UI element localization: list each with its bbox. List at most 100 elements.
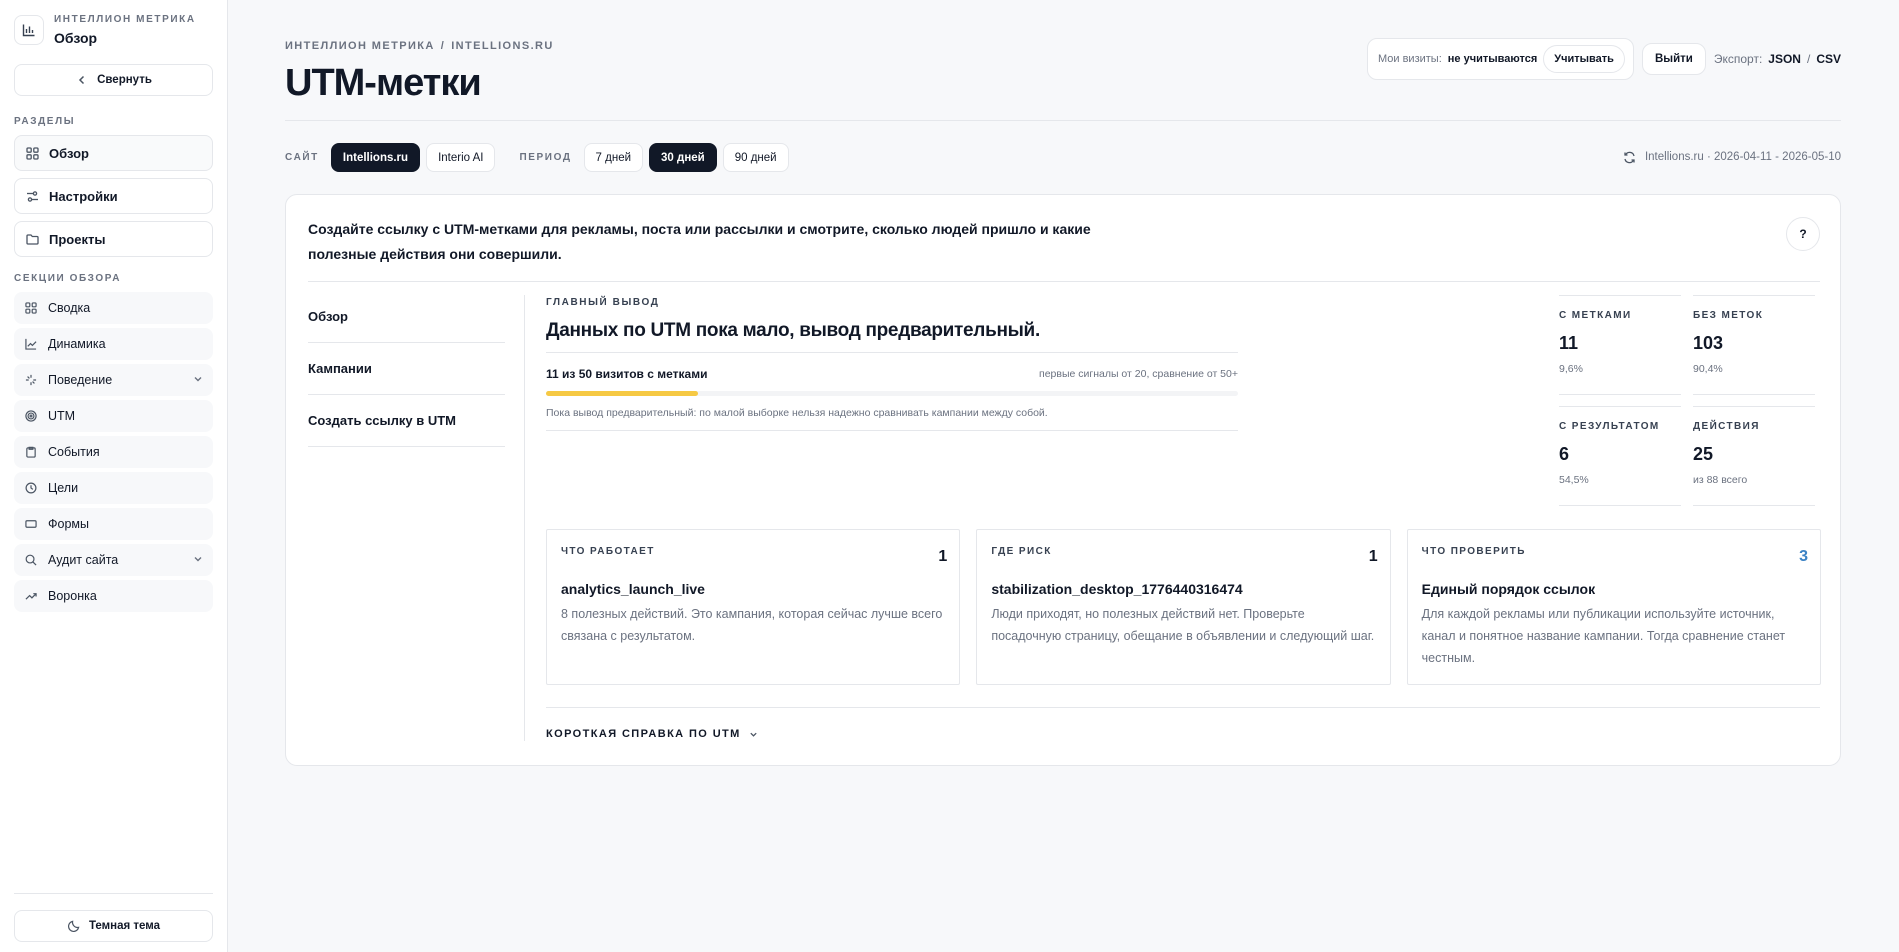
- collapse-label: Свернуть: [97, 74, 152, 86]
- stat-actions: ДЕЙСТВИЯ 25 из 88 всего: [1693, 406, 1815, 506]
- sidebar-item-utm[interactable]: UTM: [14, 400, 213, 432]
- dark-theme-label: Темная тема: [88, 920, 161, 932]
- help-button[interactable]: ?: [1786, 217, 1820, 251]
- sidebar-item-site-audit[interactable]: Аудит сайта: [14, 544, 213, 576]
- sidebar-item-label: Поведение: [48, 373, 113, 387]
- stat-value: 103: [1693, 333, 1724, 353]
- subnav-item-campaigns[interactable]: Кампании: [308, 343, 505, 395]
- main-summary: ГЛАВНЫЙ ВЫВОД Данных по UTM пока мало, в…: [546, 297, 1238, 431]
- insight-kicker: ЧТО РАБОТАЕТ: [561, 546, 655, 557]
- progress-note: Пока вывод предварительный: по малой выб…: [546, 407, 1048, 419]
- chevron-down-icon[interactable]: [193, 553, 203, 567]
- sidebar-item-goals[interactable]: Цели: [14, 472, 213, 504]
- brand: ИНТЕЛЛИОН МЕТРИКА Обзор: [14, 8, 213, 52]
- stat-label: С РЕЗУЛЬТАТОМ: [1559, 421, 1660, 432]
- dark-theme-button[interactable]: Темная тема: [14, 910, 213, 942]
- bar-chart-icon[interactable]: [14, 15, 44, 45]
- insight-where-risk[interactable]: ГДЕ РИСК 1 stabilization_desktop_1776440…: [976, 529, 1391, 685]
- stat-without-tags: БЕЗ МЕТОК 103 90,4%: [1693, 295, 1815, 395]
- progress-label: 11 из 50 визитов с метками: [546, 367, 708, 381]
- sidebar-item-overview[interactable]: Обзор: [14, 135, 213, 171]
- sidebar-item-settings[interactable]: Настройки: [14, 178, 213, 214]
- stat-subtext: из 88 всего: [1693, 474, 1748, 486]
- progress-hint: первые сигналы от 20, сравнение от 50+: [1039, 368, 1238, 380]
- insight-text: 8 полезных действий. Это кампания, котор…: [561, 607, 943, 643]
- grid-icon: [24, 301, 38, 315]
- filters-bar: САЙТ Intellions.ru Interio AI ПЕРИОД 7 д…: [285, 143, 789, 172]
- summary-divider-bottom: [546, 430, 1238, 431]
- breadcrumb-item-site[interactable]: INTELLIONS.RU: [451, 40, 554, 52]
- form-icon: [24, 517, 38, 531]
- sidebar-item-label: UTM: [48, 409, 76, 423]
- date-range-text: Intellions.ru · 2026-04-11 - 2026-05-10: [1644, 151, 1841, 163]
- search-icon: [24, 553, 38, 567]
- sliders-icon: [25, 189, 39, 203]
- export-label: Экспорт:: [1713, 52, 1763, 66]
- sidebar-item-behavior[interactable]: Поведение: [14, 364, 213, 396]
- date-range: Intellions.ru · 2026-04-11 - 2026-05-10: [1623, 150, 1841, 164]
- insight-what-works[interactable]: ЧТО РАБОТАЕТ 1 analytics_launch_live 8 п…: [546, 529, 961, 685]
- stat-with-tags: С МЕТКАМИ 11 9,6%: [1559, 295, 1681, 395]
- insight-title: Единый порядок ссылок: [1421, 581, 1596, 597]
- sections-label: РАЗДЕЛЫ: [14, 116, 76, 127]
- summary-divider: [546, 352, 1238, 353]
- subnav-item-create-link[interactable]: Создать ссылку в UTM: [308, 395, 505, 447]
- collapse-sidebar-button[interactable]: Свернуть: [14, 64, 213, 96]
- stat-label: БЕЗ МЕТОК: [1693, 310, 1764, 321]
- sidebar-item-dynamics[interactable]: Динамика: [14, 328, 213, 360]
- stat-value: 6: [1559, 444, 1570, 464]
- breadcrumb: ИНТЕЛЛИОН МЕТРИКА / INTELLIONS.RU: [285, 40, 554, 52]
- insight-what-to-check[interactable]: ЧТО ПРОВЕРИТЬ 3 Единый порядок ссылок Дл…: [1406, 529, 1821, 685]
- insight-kicker: ГДЕ РИСК: [991, 546, 1052, 557]
- reference-divider: [546, 707, 1820, 708]
- utm-reference-toggle[interactable]: КОРОТКАЯ СПРАВКА ПО UTM: [546, 727, 761, 741]
- chevron-down-icon[interactable]: [193, 373, 203, 387]
- export-csv-link[interactable]: CSV: [1816, 52, 1841, 66]
- sidebar-item-projects[interactable]: Проекты: [14, 221, 213, 257]
- site-filter-label: САЙТ: [285, 152, 319, 163]
- breadcrumb-separator: /: [440, 40, 446, 52]
- stat-subtext: 54,5%: [1559, 474, 1589, 486]
- chevron-down-icon: [747, 727, 761, 741]
- summary-title: Данных по UTM пока мало, вывод предварит…: [546, 320, 1040, 341]
- trend-icon: [24, 589, 38, 603]
- site-chip-interio[interactable]: Interio AI: [426, 143, 496, 172]
- sidebar-item-label: Формы: [48, 517, 89, 531]
- utm-card: Создайте ссылку с UTM-метками для реклам…: [285, 194, 1841, 766]
- subnav-item-overview[interactable]: Обзор: [308, 291, 505, 343]
- sidebar-item-summary[interactable]: Сводка: [14, 292, 213, 324]
- sidebar-item-events[interactable]: События: [14, 436, 213, 468]
- period-chip-90[interactable]: 90 дней: [722, 143, 789, 172]
- sidebar-item-funnel[interactable]: Воронка: [14, 580, 213, 612]
- breadcrumb-item-brand[interactable]: ИНТЕЛЛИОН МЕТРИКА: [285, 40, 435, 52]
- insight-kicker: ЧТО ПРОВЕРИТЬ: [1421, 546, 1526, 557]
- chevron-left-icon: [75, 73, 89, 87]
- chart-line-icon: [24, 337, 38, 351]
- reference-label: КОРОТКАЯ СПРАВКА ПО UTM: [546, 728, 741, 740]
- period-filter-label: ПЕРИОД: [519, 152, 572, 163]
- stat-label: С МЕТКАМИ: [1559, 310, 1632, 321]
- stat-label: ДЕЙСТВИЯ: [1693, 421, 1760, 432]
- brand-subtitle: Обзор: [54, 30, 98, 46]
- sidebar-item-forms[interactable]: Формы: [14, 508, 213, 540]
- insight-text: Люди приходят, но полезных действий нет.…: [991, 607, 1375, 643]
- logout-button[interactable]: Выйти: [1641, 43, 1706, 75]
- export-json-link[interactable]: JSON: [1768, 52, 1801, 66]
- period-chip-30[interactable]: 30 дней: [649, 143, 717, 172]
- summary-kicker: ГЛАВНЫЙ ВЫВОД: [546, 297, 660, 308]
- insight-count: 3: [1799, 548, 1808, 565]
- sidebar-footer: Темная тема: [14, 893, 213, 942]
- refresh-icon[interactable]: [1623, 150, 1637, 164]
- site-chip-intellions[interactable]: Intellions.ru: [330, 143, 421, 172]
- count-visits-button[interactable]: Учитывать: [1543, 45, 1625, 73]
- overview-sections-label: СЕКЦИИ ОБЗОРА: [14, 273, 122, 284]
- stat-value: 11: [1559, 333, 1579, 353]
- utm-stats: С МЕТКАМИ 11 9,6% БЕЗ МЕТОК 103 90,4% С …: [1559, 295, 1821, 506]
- content-divider: [524, 295, 525, 741]
- sidebar-item-label: Проекты: [49, 231, 106, 247]
- period-chip-7[interactable]: 7 дней: [583, 143, 644, 172]
- progress-row: 11 из 50 визитов с метками первые сигнал…: [546, 367, 1238, 381]
- progress-bar-fill: [546, 391, 699, 396]
- utm-subnav: Обзор Кампании Создать ссылку в UTM: [308, 291, 505, 447]
- stat-subtext: 90,4%: [1693, 363, 1723, 375]
